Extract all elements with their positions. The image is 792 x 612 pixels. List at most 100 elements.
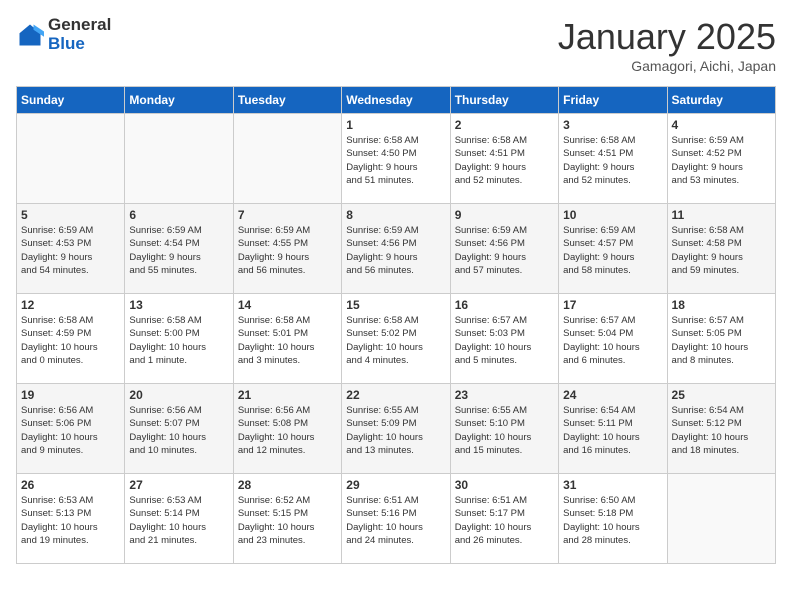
day-number: 6 [129, 208, 228, 222]
day-number: 30 [455, 478, 554, 492]
calendar-cell: 12 Sunrise: 6:58 AM Sunset: 4:59 PM Dayli… [17, 294, 125, 384]
calendar-cell: 30 Sunrise: 6:51 AM Sunset: 5:17 PM Dayli… [450, 474, 558, 564]
day-number: 4 [672, 118, 771, 132]
calendar-cell: 17 Sunrise: 6:57 AM Sunset: 5:04 PM Dayli… [559, 294, 667, 384]
calendar-cell: 16Sunrise: 6:57 AM Sunset: 5:03 PM Dayli… [450, 294, 558, 384]
day-number: 5 [21, 208, 120, 222]
day-info: Sunrise: 6:58 AM Sunset: 4:51 PM Dayligh… [455, 134, 554, 187]
day-number: 18 [672, 298, 771, 312]
day-number: 27 [129, 478, 228, 492]
day-number: 2 [455, 118, 554, 132]
calendar-cell: 8 Sunrise: 6:59 AM Sunset: 4:56 PM Daylig… [342, 204, 450, 294]
calendar-cell: 31Sunrise: 6:50 AM Sunset: 5:18 PM Dayli… [559, 474, 667, 564]
day-number: 24 [563, 388, 662, 402]
calendar-cell: 20 Sunrise: 6:56 AM Sunset: 5:07 PM Dayli… [125, 384, 233, 474]
calendar-cell: 7 Sunrise: 6:59 AM Sunset: 4:55 PM Daylig… [233, 204, 341, 294]
day-info: Sunrise: 6:58 AM Sunset: 5:00 PM Dayligh… [129, 314, 228, 367]
calendar-cell: 14Sunrise: 6:58 AM Sunset: 5:01 PM Dayli… [233, 294, 341, 384]
day-number: 12 [21, 298, 120, 312]
day-info: Sunrise: 6:58 AM Sunset: 5:02 PM Dayligh… [346, 314, 445, 367]
day-info: Sunrise: 6:56 AM Sunset: 5:06 PM Dayligh… [21, 404, 120, 457]
day-number: 31 [563, 478, 662, 492]
day-info: Sunrise: 6:59 AM Sunset: 4:54 PM Dayligh… [129, 224, 228, 277]
calendar-cell: 21Sunrise: 6:56 AM Sunset: 5:08 PM Dayli… [233, 384, 341, 474]
day-header-sunday: Sunday [17, 87, 125, 114]
day-number: 10 [563, 208, 662, 222]
day-number: 25 [672, 388, 771, 402]
calendar-cell: 10 Sunrise: 6:59 AM Sunset: 4:57 PM Dayli… [559, 204, 667, 294]
day-info: Sunrise: 6:58 AM Sunset: 4:59 PM Dayligh… [21, 314, 120, 367]
day-info: Sunrise: 6:53 AM Sunset: 5:13 PM Dayligh… [21, 494, 120, 547]
week-row-3: 12 Sunrise: 6:58 AM Sunset: 4:59 PM Dayli… [17, 294, 776, 384]
calendar-cell: 27 Sunrise: 6:53 AM Sunset: 5:14 PM Dayli… [125, 474, 233, 564]
week-row-2: 5 Sunrise: 6:59 AM Sunset: 4:53 PM Daylig… [17, 204, 776, 294]
day-number: 29 [346, 478, 445, 492]
header-row: SundayMondayTuesdayWednesdayThursdayFrid… [17, 87, 776, 114]
calendar-cell: 15 Sunrise: 6:58 AM Sunset: 5:02 PM Dayli… [342, 294, 450, 384]
calendar-cell: 18Sunrise: 6:57 AM Sunset: 5:05 PM Dayli… [667, 294, 775, 384]
day-number: 17 [563, 298, 662, 312]
day-info: Sunrise: 6:56 AM Sunset: 5:07 PM Dayligh… [129, 404, 228, 457]
week-row-4: 19 Sunrise: 6:56 AM Sunset: 5:06 PM Dayli… [17, 384, 776, 474]
logo-icon [16, 21, 44, 49]
day-header-tuesday: Tuesday [233, 87, 341, 114]
calendar-cell [233, 114, 341, 204]
calendar-cell: 2 Sunrise: 6:58 AM Sunset: 4:51 PM Daylig… [450, 114, 558, 204]
day-header-monday: Monday [125, 87, 233, 114]
day-info: Sunrise: 6:58 AM Sunset: 4:58 PM Dayligh… [672, 224, 771, 277]
calendar-cell: 22Sunrise: 6:55 AM Sunset: 5:09 PM Dayli… [342, 384, 450, 474]
day-number: 11 [672, 208, 771, 222]
calendar-cell [125, 114, 233, 204]
calendar-table: SundayMondayTuesdayWednesdayThursdayFrid… [16, 86, 776, 564]
day-number: 3 [563, 118, 662, 132]
day-number: 20 [129, 388, 228, 402]
day-info: Sunrise: 6:59 AM Sunset: 4:57 PM Dayligh… [563, 224, 662, 277]
calendar-cell: 4 Sunrise: 6:59 AM Sunset: 4:52 PM Daylig… [667, 114, 775, 204]
day-info: Sunrise: 6:59 AM Sunset: 4:55 PM Dayligh… [238, 224, 337, 277]
calendar-cell: 25 Sunrise: 6:54 AM Sunset: 5:12 PM Dayli… [667, 384, 775, 474]
day-info: Sunrise: 6:53 AM Sunset: 5:14 PM Dayligh… [129, 494, 228, 547]
day-info: Sunrise: 6:59 AM Sunset: 4:56 PM Dayligh… [346, 224, 445, 277]
day-number: 9 [455, 208, 554, 222]
day-info: Sunrise: 6:58 AM Sunset: 5:01 PM Dayligh… [238, 314, 337, 367]
calendar-cell: 28Sunrise: 6:52 AM Sunset: 5:15 PM Dayli… [233, 474, 341, 564]
calendar-cell: 11 Sunrise: 6:58 AM Sunset: 4:58 PM Dayli… [667, 204, 775, 294]
day-number: 15 [346, 298, 445, 312]
day-info: Sunrise: 6:56 AM Sunset: 5:08 PM Dayligh… [238, 404, 337, 457]
calendar-cell [17, 114, 125, 204]
month-title: January 2025 [558, 16, 776, 58]
calendar-cell: 6 Sunrise: 6:59 AM Sunset: 4:54 PM Daylig… [125, 204, 233, 294]
day-number: 8 [346, 208, 445, 222]
calendar-cell: 3Sunrise: 6:58 AM Sunset: 4:51 PM Daylig… [559, 114, 667, 204]
day-number: 1 [346, 118, 445, 132]
day-header-friday: Friday [559, 87, 667, 114]
logo-general: General [48, 16, 111, 35]
calendar-cell: 13 Sunrise: 6:58 AM Sunset: 5:00 PM Dayli… [125, 294, 233, 384]
day-info: Sunrise: 6:55 AM Sunset: 5:09 PM Dayligh… [346, 404, 445, 457]
day-info: Sunrise: 6:59 AM Sunset: 4:52 PM Dayligh… [672, 134, 771, 187]
calendar-cell [667, 474, 775, 564]
calendar-cell: 26 Sunrise: 6:53 AM Sunset: 5:13 PM Dayli… [17, 474, 125, 564]
day-number: 16 [455, 298, 554, 312]
day-number: 13 [129, 298, 228, 312]
day-number: 19 [21, 388, 120, 402]
day-header-saturday: Saturday [667, 87, 775, 114]
week-row-5: 26 Sunrise: 6:53 AM Sunset: 5:13 PM Dayli… [17, 474, 776, 564]
day-info: Sunrise: 6:54 AM Sunset: 5:11 PM Dayligh… [563, 404, 662, 457]
week-row-1: 1 Sunrise: 6:58 AM Sunset: 4:50 PM Daylig… [17, 114, 776, 204]
logo: General Blue [16, 16, 111, 53]
day-info: Sunrise: 6:57 AM Sunset: 5:04 PM Dayligh… [563, 314, 662, 367]
calendar-cell: 24 Sunrise: 6:54 AM Sunset: 5:11 PM Dayli… [559, 384, 667, 474]
day-number: 28 [238, 478, 337, 492]
page-header: General Blue January 2025 Gamagori, Aich… [16, 16, 776, 74]
day-info: Sunrise: 6:51 AM Sunset: 5:17 PM Dayligh… [455, 494, 554, 547]
calendar-cell: 1 Sunrise: 6:58 AM Sunset: 4:50 PM Daylig… [342, 114, 450, 204]
day-number: 7 [238, 208, 337, 222]
day-info: Sunrise: 6:59 AM Sunset: 4:53 PM Dayligh… [21, 224, 120, 277]
day-info: Sunrise: 6:54 AM Sunset: 5:12 PM Dayligh… [672, 404, 771, 457]
calendar-cell: 9Sunrise: 6:59 AM Sunset: 4:56 PM Daylig… [450, 204, 558, 294]
calendar-cell: 29Sunrise: 6:51 AM Sunset: 5:16 PM Dayli… [342, 474, 450, 564]
day-number: 26 [21, 478, 120, 492]
title-block: January 2025 Gamagori, Aichi, Japan [558, 16, 776, 74]
day-info: Sunrise: 6:58 AM Sunset: 4:50 PM Dayligh… [346, 134, 445, 187]
